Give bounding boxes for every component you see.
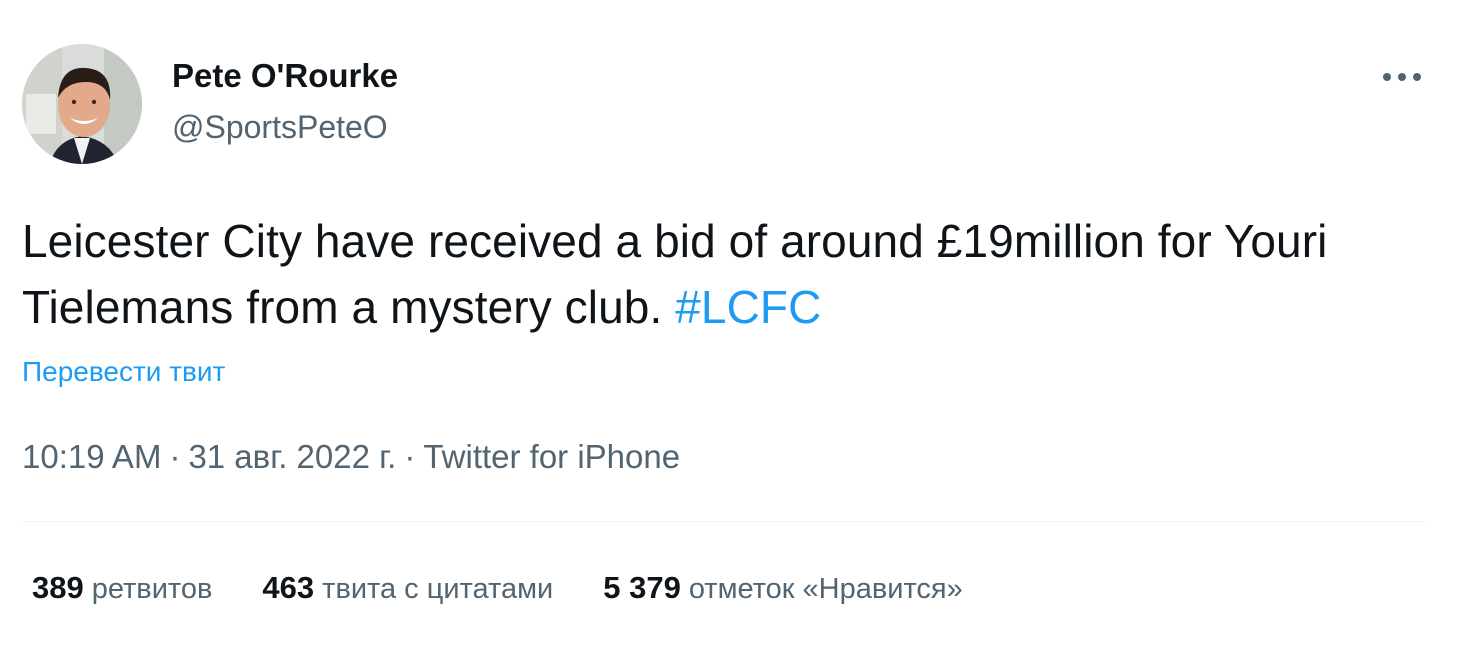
tweet-time[interactable]: 10:19 AM [22,438,161,475]
tweet-source[interactable]: Twitter for iPhone [423,438,680,475]
more-options-button[interactable] [1370,56,1434,100]
meta-separator: · [169,438,181,475]
translate-tweet-link[interactable]: Перевести твит [22,352,225,392]
author-handle[interactable]: @SportsPeteO [172,107,388,147]
author-avatar[interactable] [22,44,142,164]
likes-label: отметок «Нравится» [688,573,963,605]
retweets-stat[interactable]: 389 ретвитов [32,568,212,609]
retweets-count: 389 [32,570,84,605]
tweet-card: Pete O'Rourke @SportsPeteO Leicester Cit… [0,0,1460,652]
tweet-date[interactable]: 31 авг. 2022 г. [188,438,396,475]
quotes-count: 463 [262,570,315,605]
hashtag-link[interactable]: #LCFC [675,281,821,333]
meta-separator: · [404,438,416,475]
more-horizontal-icon [1382,69,1422,87]
divider [22,521,1426,522]
tweet-stats: 389 ретвитов 463 твита с цитатами 5 379 отм… [32,568,1013,609]
retweets-label: ретвитов [91,573,213,605]
avatar-photo [22,44,142,164]
tweet-text: Leicester City have received a bid of ar… [22,208,1432,340]
author-name[interactable]: Pete O'Rourke [172,56,398,96]
likes-count: 5 379 [603,570,681,605]
tweet-meta: 10:19 AM · 31 авг. 2022 г. · Twitter for iPh… [22,436,680,478]
quotes-label: твита с цитатами [322,573,554,605]
quotes-stat[interactable]: 463 твита с цитатами [262,568,553,609]
likes-stat[interactable]: 5 379 отметок «Нравится» [603,568,963,609]
